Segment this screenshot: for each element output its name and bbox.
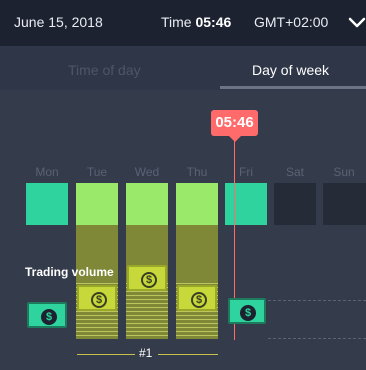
day-cell-sat[interactable] (274, 183, 316, 225)
group-label: #1 (139, 346, 153, 360)
day-label-sat: Sat (285, 165, 304, 179)
volume-stripe (176, 315, 218, 316)
volume-stripe (76, 283, 118, 284)
volume-stripe (76, 331, 118, 332)
day-cell-tue[interactable] (76, 183, 118, 225)
money-icon: $ (127, 265, 167, 295)
day-cell-wed[interactable] (126, 183, 168, 225)
day-label-tue: Tue (86, 165, 108, 179)
volume-bar-tue (76, 225, 118, 339)
dashed-guide-line (268, 300, 366, 301)
group-bracket-left (77, 354, 135, 355)
money-icon: $ (27, 302, 67, 332)
dashed-guide-line (268, 338, 366, 339)
money-icon: $ (228, 298, 268, 328)
volume-stripe (126, 295, 168, 296)
volume-stripe (176, 323, 218, 324)
chevron-down-icon[interactable] (347, 14, 366, 32)
trading-volume-label: Trading volume (25, 265, 114, 279)
day-label-thu: Thu (186, 165, 208, 179)
day-cell-sun[interactable] (323, 183, 366, 225)
volume-stripe (126, 331, 168, 332)
day-cell-thu[interactable] (176, 183, 218, 225)
volume-stripe (76, 327, 118, 328)
money-icon: $ (177, 285, 217, 315)
volume-stripe (176, 327, 218, 328)
volume-stripe (76, 335, 118, 336)
volume-stripe (176, 335, 218, 336)
money-icon: $ (77, 285, 117, 315)
volume-bar-thu (176, 225, 218, 339)
day-label-wed: Wed (134, 165, 160, 179)
volume-stripe (76, 323, 118, 324)
date-label: June 15, 2018 (14, 14, 103, 30)
volume-stripe (176, 283, 218, 284)
time-value: 05:46 (195, 14, 232, 30)
volume-stripe (76, 319, 118, 320)
volume-stripe (126, 327, 168, 328)
day-label-fri: Fri (239, 165, 253, 179)
day-label-mon: Mon (35, 165, 59, 179)
volume-stripe (126, 335, 168, 336)
volume-stripe (126, 299, 168, 300)
tab-bar: Time of day Day of week (0, 46, 366, 90)
volume-stripe (126, 307, 168, 308)
top-bar: June 15, 2018 Time 05:46 GMT+02:00 (0, 0, 366, 46)
time-label: Time 05:46 (161, 14, 232, 30)
active-tab-indicator (220, 86, 366, 89)
volume-stripe (126, 315, 168, 316)
day-label-sun: Sun (333, 165, 355, 179)
tab-time-of-day[interactable]: Time of day (68, 62, 141, 78)
day-cell-mon[interactable] (26, 183, 68, 225)
day-cell-fri[interactable] (225, 183, 267, 225)
volume-stripe (126, 311, 168, 312)
cursor-time-tooltip: 05:46 (211, 110, 258, 142)
volume-stripe (126, 319, 168, 320)
volume-stripe (126, 323, 168, 324)
timezone-label: GMT+02:00 (254, 14, 329, 30)
group-bracket-right (158, 354, 218, 355)
tab-day-of-week[interactable]: Day of week (252, 62, 329, 78)
volume-stripe (176, 331, 218, 332)
volume-stripe (76, 315, 118, 316)
volume-stripe (176, 319, 218, 320)
volume-stripe (126, 303, 168, 304)
